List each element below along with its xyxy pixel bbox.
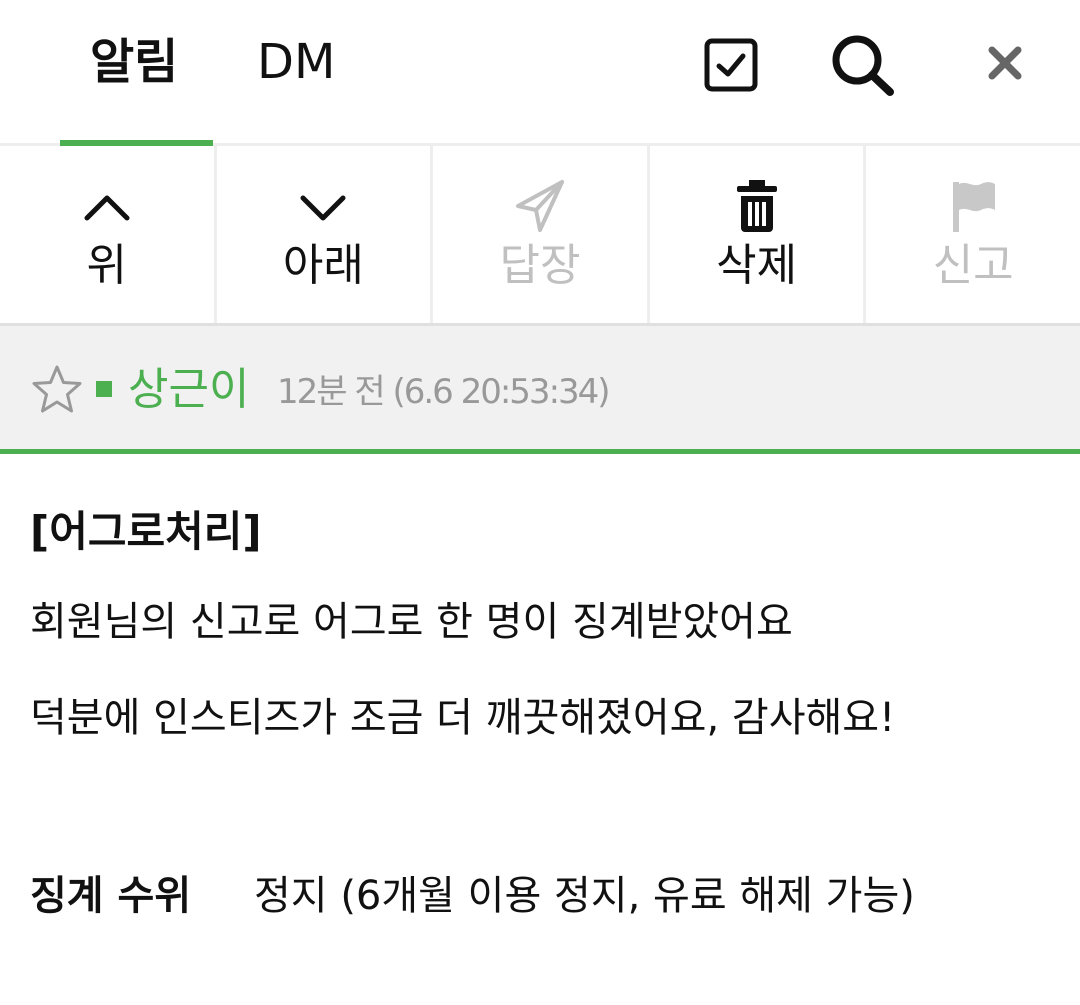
up-button[interactable]: 위 xyxy=(0,146,217,323)
message-line-1: 회원님의 신고로 어그로 한 명이 징계받았어요 xyxy=(30,599,793,645)
message-time: 12분 전 (6.6 20:53:34) xyxy=(277,372,611,412)
search-icon[interactable] xyxy=(830,34,896,98)
close-icon[interactable] xyxy=(987,45,1023,81)
send-icon xyxy=(515,180,564,232)
chevron-down-icon xyxy=(300,195,346,221)
flag-icon xyxy=(953,182,996,232)
chevron-up-icon xyxy=(84,195,130,221)
down-label: 아래 xyxy=(282,240,364,291)
reply-label: 답장 xyxy=(499,240,581,291)
trash-icon xyxy=(736,180,777,232)
message-line-2: 덕분에 인스티즈가 조금 더 깨끗해졌어요, 감사해요! xyxy=(30,695,896,741)
penalty-label: 징계 수위 xyxy=(30,873,192,919)
delete-label: 삭제 xyxy=(716,240,798,291)
star-icon[interactable] xyxy=(30,363,84,417)
author-name[interactable]: 상근이 xyxy=(128,360,249,420)
checkbox-icon[interactable] xyxy=(703,37,759,93)
member-level-icon xyxy=(96,381,112,397)
tab-notice[interactable]: 알림 xyxy=(90,32,178,92)
delete-button[interactable]: 삭제 xyxy=(650,146,867,323)
up-label: 위 xyxy=(86,240,128,291)
message-title: [어그로처리] xyxy=(30,507,262,556)
down-button[interactable]: 아래 xyxy=(217,146,434,323)
tab-dm[interactable]: DM xyxy=(257,32,335,92)
penalty-value: 정지 (6개월 이용 정지, 유료 해제 가능) xyxy=(254,873,915,919)
header: 알림 DM xyxy=(0,0,1080,146)
message-toolbar: 위 아래 답장 삭제 신고 xyxy=(0,146,1080,326)
reply-button[interactable]: 답장 xyxy=(433,146,650,323)
report-label: 신고 xyxy=(932,240,1014,291)
report-button[interactable]: 신고 xyxy=(866,146,1080,323)
